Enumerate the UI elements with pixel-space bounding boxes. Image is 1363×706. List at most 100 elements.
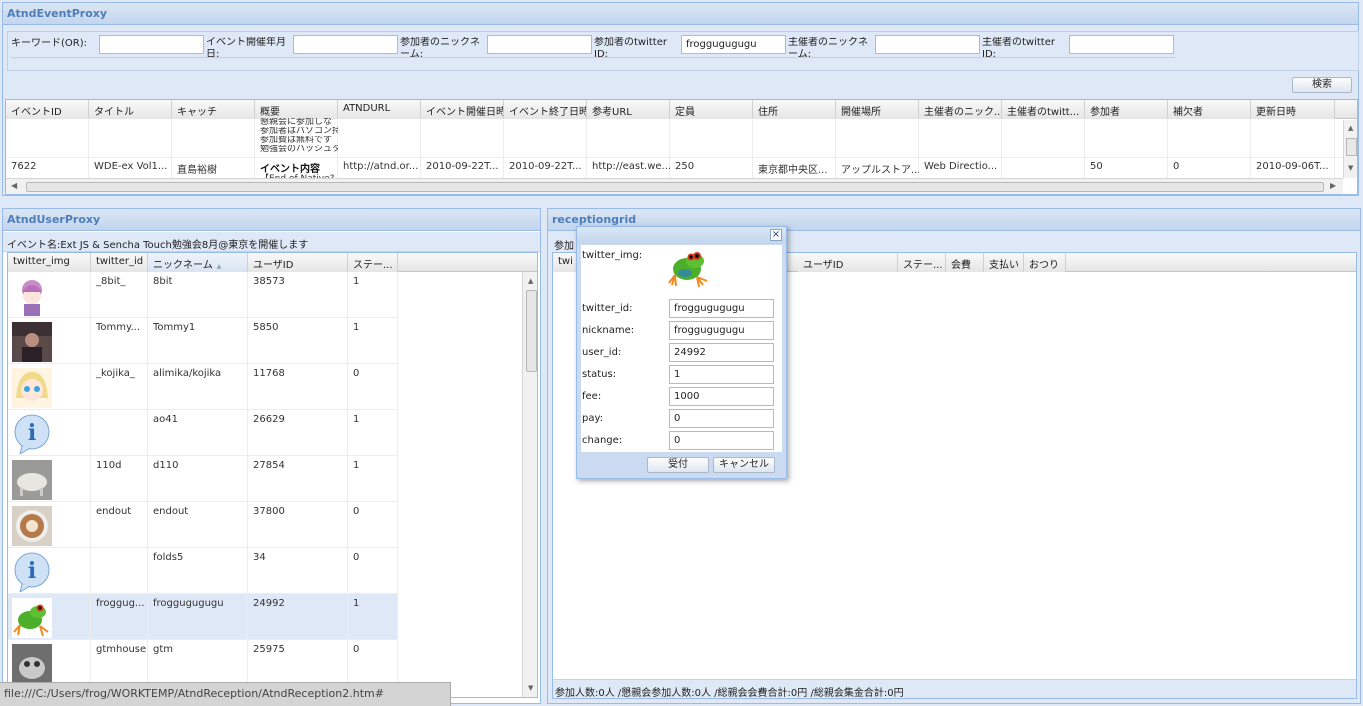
event-col-5[interactable]: イベント開催日時 (421, 100, 504, 119)
user-cell-nickname: folds5 (153, 552, 184, 563)
user-col-twitter-id[interactable]: twitter_id (91, 253, 148, 272)
event-col-2[interactable]: キャッチ (172, 100, 255, 119)
reception-col-user-id[interactable]: ユーザID (798, 253, 898, 272)
column-divider (90, 640, 91, 686)
user-cell-user-id: 26629 (253, 414, 285, 425)
reception-toolbar-label: 参加 (554, 241, 574, 252)
participant-twitter-input[interactable] (681, 35, 786, 54)
user-col-status[interactable]: ステー... (348, 253, 398, 272)
hscroll-thumb[interactable] (26, 182, 1324, 192)
user-col-twitter-img[interactable]: twitter_img (8, 253, 91, 272)
scroll-thumb[interactable] (1346, 138, 1357, 156)
reception-col-change[interactable]: おつり (1024, 253, 1066, 272)
event-cell-catch: 直島裕樹 (177, 165, 217, 176)
user-row[interactable]: Tommy... Tommy1 5850 1 (8, 318, 398, 364)
user-grid-vscroll[interactable]: ▲ ▼ (522, 272, 537, 697)
column-divider (247, 502, 248, 548)
user-row[interactable]: i ao41 26629 1 (8, 410, 398, 456)
column-divider (90, 502, 91, 548)
scroll-thumb[interactable] (526, 290, 537, 372)
event-col-6[interactable]: イベント終了日時 (504, 100, 587, 119)
scroll-down-icon[interactable]: ▼ (528, 684, 533, 692)
column-divider (347, 318, 348, 364)
user-cell-user-id: 11768 (253, 368, 285, 379)
user-row[interactable]: froggug... froggugugugu 24992 1 (8, 594, 398, 640)
column-divider (247, 410, 248, 456)
scroll-down-icon[interactable]: ▼ (1348, 164, 1353, 172)
column-divider (247, 364, 248, 410)
owner-nickname-input[interactable] (875, 35, 980, 54)
summary-line: 参加費は無料です (260, 136, 333, 145)
avatar (12, 598, 52, 638)
column-divider (147, 410, 148, 456)
event-col-7[interactable]: 参考URL (587, 100, 670, 119)
dialog-field-nickname[interactable]: froggugugugu (669, 321, 774, 340)
event-col-1[interactable]: タイトル (89, 100, 172, 119)
event-col-12[interactable]: 主催者のtwitt... (1002, 100, 1085, 119)
info-icon: i (12, 414, 52, 454)
event-col-9[interactable]: 住所 (753, 100, 836, 119)
close-icon[interactable]: × (770, 229, 782, 241)
event-grid-body: 懇親会に参加しな 参加者はパソコン持 参加費は無料です 勉強会のハッシュタ 7622 WD… (6, 118, 1343, 184)
user-row[interactable]: i folds5 34 0 (8, 548, 398, 594)
column-divider (147, 272, 148, 318)
dialog-field-twitter-id[interactable]: froggugugugu (669, 299, 774, 318)
user-row[interactable]: _8bit_ 8bit 38573 1 (8, 272, 398, 318)
reception-col-fee[interactable]: 会費 (946, 253, 984, 272)
event-cell-start: 2010-09-22T... (426, 161, 499, 172)
user-cell-nickname: alimika/kojika (153, 368, 222, 379)
scroll-right-icon[interactable]: ▶ (1330, 181, 1336, 190)
event-col-0[interactable]: イベントID (6, 100, 89, 119)
user-grid-header: twitter_img twitter_id ニックネーム ▲ ユーザID ステー... (8, 253, 537, 272)
user-row[interactable]: 110d d110 27854 1 (8, 456, 398, 502)
user-cell-twitter-id: 110d (96, 460, 122, 471)
event-col-11[interactable]: 主催者のニック... (919, 100, 1002, 119)
column-divider (397, 594, 398, 640)
event-col-3[interactable]: 概要 (255, 100, 338, 119)
user-row[interactable]: endout endout 37800 0 (8, 502, 398, 548)
event-col-13[interactable]: 参加者 (1085, 100, 1168, 119)
cancel-button[interactable]: キャンセル (713, 457, 775, 473)
user-row[interactable]: gtmhouse gtm 25975 0 (8, 640, 398, 686)
event-col-8[interactable]: 定員 (670, 100, 753, 119)
event-grid-header: イベントID タイトル キャッチ 概要 ATNDURL イベント開催日時 イベント終了日時参… (6, 100, 1357, 119)
user-cell-status: 1 (353, 460, 360, 471)
event-row[interactable]: 7622WDE-ex Vol1...直島裕樹イベント内容【End of Nati… (6, 158, 1343, 184)
column-divider (397, 364, 398, 410)
user-cell-nickname: d110 (153, 460, 179, 471)
column-divider (247, 640, 248, 686)
svg-text:i: i (28, 558, 36, 584)
user-cell-nickname: ao41 (153, 414, 178, 425)
scroll-up-icon[interactable]: ▲ (528, 277, 533, 285)
event-col-10[interactable]: 開催場所 (836, 100, 919, 119)
search-button[interactable]: 検索 (1292, 77, 1352, 93)
dialog-label-pay: pay: (582, 413, 604, 424)
event-col-15[interactable]: 更新日時 (1251, 100, 1335, 119)
reception-col-status[interactable]: ステー... (898, 253, 946, 272)
column-divider (347, 502, 348, 548)
owner-twitter-input[interactable] (1069, 35, 1174, 54)
column-divider (397, 318, 398, 364)
scroll-left-icon[interactable]: ◀ (11, 181, 17, 190)
event-grid-vscroll[interactable]: ▲ ▼ (1343, 120, 1357, 178)
scroll-up-icon[interactable]: ▲ (1348, 124, 1353, 132)
event-col-14[interactable]: 補欠者 (1168, 100, 1251, 119)
event-grid-hscroll[interactable]: ◀ ▶ (6, 178, 1343, 194)
dialog-field-pay[interactable]: 0 (669, 409, 774, 428)
event-col-4[interactable]: ATNDURL (338, 100, 421, 119)
keyword-input[interactable] (99, 35, 204, 54)
reception-col-pay[interactable]: 支払い (984, 253, 1024, 272)
user-row[interactable]: _kojika_ alimika/kojika 11768 0 (8, 364, 398, 410)
user-col-nickname[interactable]: ニックネーム ▲ (148, 253, 248, 272)
dialog-field-fee[interactable]: 1000 (669, 387, 774, 406)
dialog-field-change[interactable]: 0 (669, 431, 774, 450)
user-cell-status: 0 (353, 506, 360, 517)
event-date-input[interactable] (293, 35, 398, 54)
column-divider (90, 364, 91, 410)
dialog-field-status[interactable]: 1 (669, 365, 774, 384)
svg-text:i: i (28, 420, 36, 446)
accept-button[interactable]: 受付 (647, 457, 709, 473)
dialog-field-user-id[interactable]: 24992 (669, 343, 774, 362)
user-col-user-id[interactable]: ユーザID (248, 253, 348, 272)
participant-nickname-input[interactable] (487, 35, 592, 54)
